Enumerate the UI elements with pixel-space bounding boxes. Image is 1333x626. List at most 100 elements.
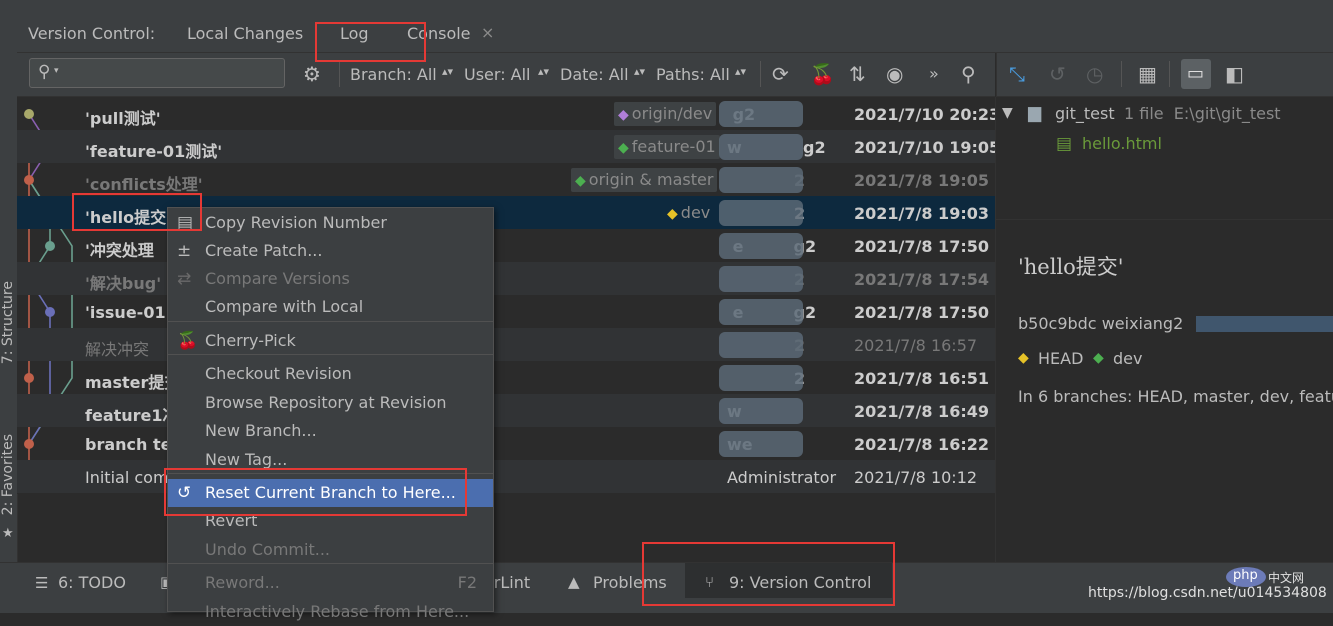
left-tool-stripe: 7: Structure 2: Favorites ★ — [0, 16, 18, 562]
menu-item-create-patch[interactable]: ± Create Patch... — [168, 237, 493, 265]
menu-item-label: Copy Revision Number — [205, 213, 387, 232]
version-control-label: Version Control: — [28, 24, 156, 43]
php-logo: php — [1226, 567, 1266, 587]
commit-message: feature1冲 — [85, 406, 179, 425]
annotation-box-reset — [164, 468, 467, 516]
commit-date: 2021/7/8 16:22 — [854, 435, 989, 454]
toolbar-separator — [339, 61, 340, 87]
sort-arrows-icon: ▴▾ — [538, 65, 550, 78]
paths-filter[interactable]: Paths: All — [656, 65, 730, 84]
commit-date: 2021/7/8 16:51 — [854, 369, 989, 388]
branch-ref-label: ◆ origin & master — [571, 168, 718, 192]
commit-branches: In 6 branches: HEAD, master, dev, featu — [1018, 387, 1333, 406]
menu-separator — [168, 563, 493, 564]
blurred-author — [719, 332, 803, 358]
php-logo-text: php — [1233, 568, 1258, 583]
commit-row[interactable]: 'conflicts处理'◆origin & master 22021/7/8 … — [17, 163, 995, 196]
history-icon: ◷ — [1086, 62, 1104, 86]
commit-message: '解决bug' — [85, 274, 162, 293]
user-filter[interactable]: User: All — [464, 65, 531, 84]
date-filter[interactable]: Date: All — [560, 65, 629, 84]
php-logo-suffix: 中文网 — [1268, 571, 1305, 585]
ref-name: origin/dev — [631, 104, 713, 123]
top-strip — [0, 0, 1333, 16]
commit-row[interactable]: master提交 22021/7/8 16:51 — [17, 361, 995, 394]
menu-item-label: Compare Versions — [205, 269, 350, 288]
blurred-author — [719, 134, 803, 160]
tag-icon: ◆ — [1018, 350, 1029, 366]
changed-files-tree[interactable]: ▼ ▆ git_test 1 file E:\git\git_test ▤ he… — [996, 97, 1333, 220]
console-close-icon[interactable]: × — [481, 23, 494, 42]
toolbar-separator — [760, 61, 761, 87]
menu-item-shortcut: F2 — [457, 573, 477, 592]
menu-item-compare-with-local[interactable]: Compare with Local — [168, 293, 493, 321]
layout-horizontal-toggle[interactable]: ▭ — [1181, 59, 1211, 89]
tree-file-name[interactable]: hello.html — [1082, 134, 1162, 153]
cherry-pick-icon[interactable]: 🍒 — [810, 63, 835, 85]
toolbar-separator — [1121, 61, 1122, 87]
blurred-author — [719, 431, 803, 457]
layout-vertical-icon[interactable]: ◧ — [1225, 63, 1244, 85]
commit-message: 解决冲突 — [85, 340, 150, 359]
search-input[interactable]: ⚲ ▾ — [29, 58, 285, 88]
dev-ref: dev — [1113, 349, 1143, 368]
head-ref: HEAD — [1038, 349, 1084, 368]
tag-icon: ◆ — [1093, 350, 1104, 366]
annotation-box-version-control — [642, 542, 895, 606]
commit-row[interactable]: feature1冲w2021/7/8 16:49 — [17, 394, 995, 427]
sort-arrows-icon: ▴▾ — [735, 65, 747, 78]
commit-message: 'conflicts处理' — [85, 175, 203, 194]
gear-icon[interactable]: ⚙ — [303, 63, 321, 85]
menu-item-label: Undo Commit... — [205, 540, 330, 559]
commit-details-panel: 'hello提交' b50c9bdc weixiang2 ◆ HEAD ◆ de… — [996, 220, 1333, 562]
menu-item-label: Cherry-Pick — [205, 331, 296, 350]
group-by-icon[interactable]: ▦ — [1138, 63, 1157, 85]
tree-root-name[interactable]: git_test — [1055, 104, 1115, 123]
collapse-linear-icon[interactable]: ⇅ — [849, 63, 866, 85]
todo-tab[interactable]: 6: TODO — [58, 573, 126, 592]
favorites-tool-tab[interactable]: 2: Favorites — [0, 434, 16, 515]
menu-item-copy-revision-number[interactable]: ▤ Copy Revision Number — [168, 209, 493, 237]
watermark-text: https://blog.csdn.net/u014534808 — [1088, 585, 1327, 601]
commit-row[interactable]: branch tewe2021/7/8 16:22 — [17, 427, 995, 460]
expand-arrow-icon[interactable]: ▼ — [1002, 105, 1013, 121]
commit-row[interactable]: 'feature-01测试'◆feature-01w g22021/7/10 1… — [17, 130, 1000, 163]
commit-message: 'issue-01B — [85, 303, 178, 322]
revert-icon: ↺ — [1049, 62, 1066, 86]
commit-row[interactable]: '解决bug' 22021/7/8 17:54 — [17, 262, 995, 295]
commit-log-list[interactable]: 'pull测试'◆origin/dev g22021/7/10 20:23'fe… — [17, 97, 1000, 494]
more-chevron-icon[interactable]: » — [929, 63, 939, 85]
star-icon: ★ — [2, 526, 14, 541]
menu-item-compare-versions: ⇄ Compare Versions — [168, 265, 493, 293]
blurred-author — [719, 299, 803, 325]
collapse-arrows-icon[interactable]: ⤡ — [1009, 63, 1025, 85]
branch-ref-label: ◆ origin/dev — [614, 102, 717, 126]
commit-date: 2021/7/8 19:03 — [854, 204, 989, 223]
menu-item-new-branch[interactable]: New Branch... — [168, 417, 493, 445]
menu-item-checkout-revision[interactable]: Checkout Revision — [168, 360, 493, 388]
blurred-author — [719, 167, 803, 193]
tag-icon: ◆ — [618, 107, 629, 123]
commit-row[interactable]: 'pull测试'◆origin/dev g22021/7/10 20:23 — [17, 97, 1000, 130]
commit-date: 2021/7/8 17:50 — [854, 303, 989, 322]
tab-local-changes[interactable]: Local Changes — [187, 24, 303, 43]
find-icon[interactable]: ⚲ — [961, 63, 976, 85]
details-toolbar: ⤡ ↺ ◷ ▦ ▭ ◧ — [996, 53, 1333, 97]
chevron-down-icon: ▾ — [54, 66, 59, 76]
menu-item-reword: Reword... F2 — [168, 569, 493, 597]
menu-item-label: Browse Repository at Revision — [205, 393, 447, 412]
menu-item-browse-repository-at-revision[interactable]: Browse Repository at Revision — [168, 389, 493, 417]
commit-row[interactable]: 'issue-01B e g22021/7/8 17:50 — [17, 295, 995, 328]
structure-tool-tab[interactable]: 7: Structure — [0, 281, 16, 364]
menu-item-cherry-pick[interactable]: 🍒 Cherry-Pick — [168, 327, 493, 355]
commit-row[interactable]: '冲突处理 e g22021/7/8 17:50 — [17, 229, 995, 262]
branch-filter[interactable]: Branch: All — [350, 65, 437, 84]
eye-icon[interactable]: ◉ — [886, 63, 903, 85]
refresh-icon[interactable]: ⟳ — [772, 63, 789, 85]
menu-item-label: Compare with Local — [205, 297, 364, 316]
commit-row[interactable]: 解决冲突 22021/7/8 16:57 — [17, 328, 995, 361]
branch-ref-label: ◆ feature-01 — [614, 135, 720, 159]
list-icon: ☰ — [35, 574, 49, 592]
menu-item-icon: ⇄ — [177, 269, 192, 289]
ref-name: origin & master — [588, 170, 714, 189]
